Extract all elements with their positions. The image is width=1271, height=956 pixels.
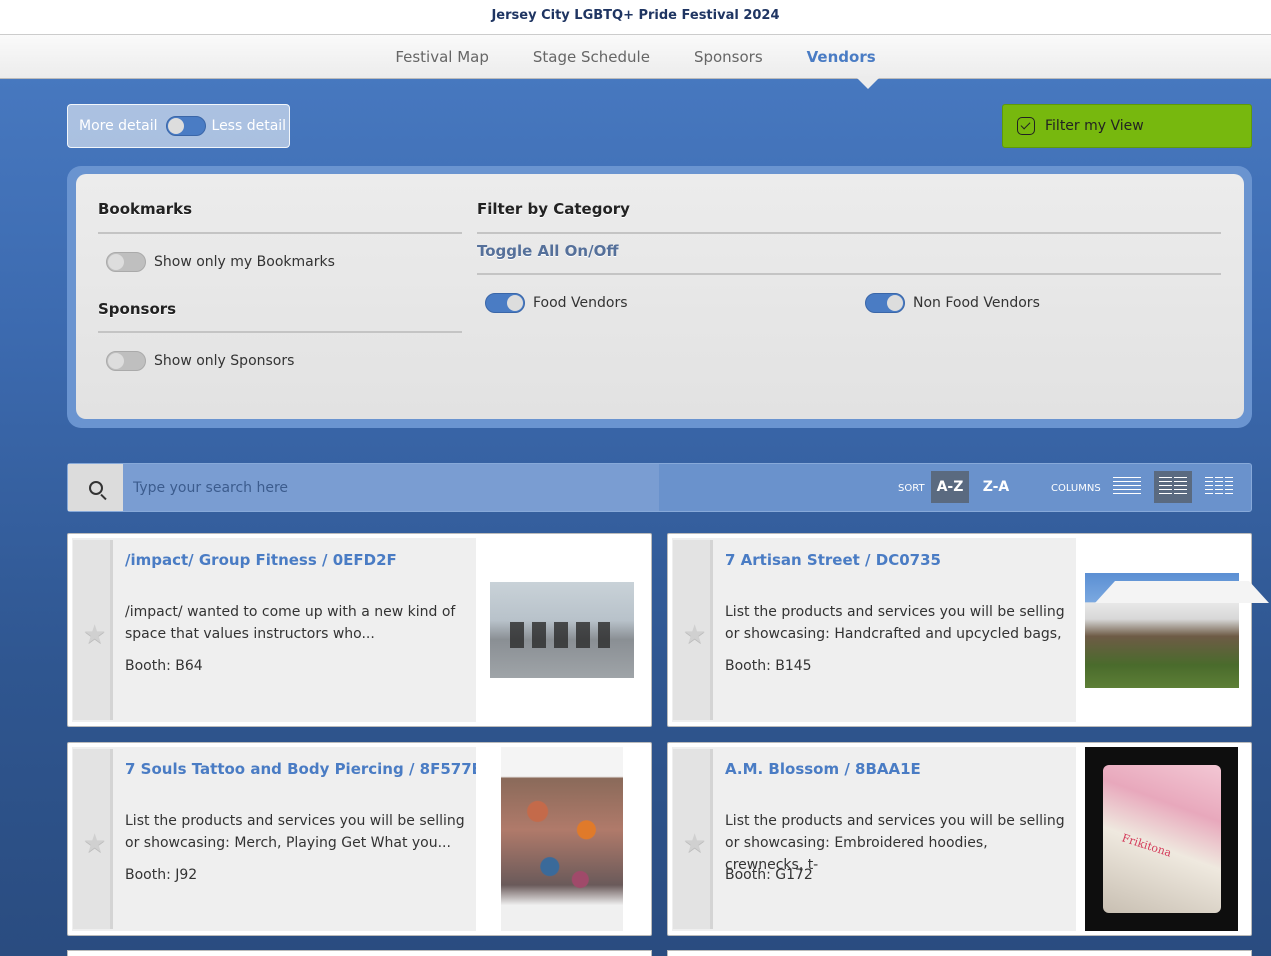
sort-label: SORT [898,483,925,494]
vendor-description: /impact/ wanted to come up with a new ki… [125,604,456,642]
checkbox-icon [1017,117,1035,135]
vendor-image-box[interactable] [476,747,647,931]
vendor-card[interactable]: ★ /impact/ Group Fitness / 0EFD2F /impac… [67,533,652,727]
filter-my-view-button[interactable]: Filter my View [1002,104,1252,148]
vendor-card-partial[interactable] [667,950,1252,956]
vendor-booth: Booth: J92 [125,867,198,883]
vendor-image-box[interactable] [1076,538,1269,722]
food-vendors-toggle-row[interactable]: Food Vendors [485,293,628,313]
nav-stage-schedule[interactable]: Stage Schedule [533,48,650,66]
sponsors-toggle-row[interactable]: Show only Sponsors [106,351,294,371]
filter-button-label: Filter my View [1045,118,1144,134]
columns-label: COLUMNS [1051,483,1101,494]
two-column-button[interactable] [1154,471,1192,503]
category-divider [477,232,1221,234]
food-vendors-switch[interactable] [485,293,525,313]
search-button[interactable] [68,464,123,511]
vendor-description: List the products and services you will … [725,604,1065,642]
search-input[interactable] [123,464,659,511]
vendor-card[interactable]: ★ 7 Artisan Street / DC0735 List the pro… [667,533,1269,727]
tattoo-flyer-photo [500,747,623,931]
vendor-card[interactable]: ★ A.M. Blossom / 8BAA1E List the product… [667,742,1252,936]
sponsors-switch[interactable] [106,351,146,371]
search-toolbar: SORT A-Z Z-A COLUMNS [67,463,1252,512]
bookmark-column[interactable]: ★ [73,749,113,929]
vendor-booth: Booth: B145 [725,658,812,674]
vendor-booth: Booth: G172 [725,867,813,883]
vendor-booth: Booth: B64 [125,658,203,674]
vendor-image-box[interactable] [476,538,647,722]
toggle-all-divider [477,273,1221,275]
sponsors-toggle-label: Show only Sponsors [154,353,295,369]
vendor-title[interactable]: 7 Souls Tattoo and Body Piercing / 8F577… [125,760,483,778]
three-column-icon [1205,477,1233,497]
vendor-image-box[interactable] [1076,747,1247,931]
food-vendors-label: Food Vendors [533,295,628,311]
toggle-all-link[interactable]: Toggle All On/Off [477,242,618,260]
search-icon [88,480,103,495]
bookmark-star-icon[interactable]: ★ [683,831,709,857]
bookmark-column[interactable]: ★ [673,540,713,720]
vendor-description: List the products and services you will … [125,813,465,851]
bookmark-star-icon[interactable]: ★ [83,622,109,648]
bookmarks-toggle-row[interactable]: Show only my Bookmarks [106,252,335,272]
nav-festival-map[interactable]: Festival Map [395,48,489,66]
three-column-button[interactable] [1200,471,1238,503]
sponsors-heading: Sponsors [98,300,177,318]
vendor-title[interactable]: A.M. Blossom / 8BAA1E [725,760,921,778]
vendor-title[interactable]: /impact/ Group Fitness / 0EFD2F [125,551,397,569]
filter-panel [76,174,1244,419]
non-food-vendors-label: Non Food Vendors [913,295,1040,311]
bookmarks-heading: Bookmarks [98,200,193,218]
sort-az-button[interactable]: A-Z [931,471,969,503]
fitness-class-photo [489,582,634,678]
detail-switch[interactable] [165,116,206,136]
bookmark-star-icon[interactable]: ★ [683,622,709,648]
bookmark-column[interactable]: ★ [673,749,713,929]
sort-za-button[interactable]: Z-A [977,471,1015,503]
bookmarks-toggle-label: Show only my Bookmarks [154,254,335,270]
nav-sponsors[interactable]: Sponsors [694,48,763,66]
bookmarks-switch[interactable] [106,252,146,272]
hoodie-photo [1085,747,1238,931]
bookmarks-divider [98,232,462,234]
less-detail-label: Less detail [211,118,287,134]
one-column-icon [1113,477,1141,497]
category-heading: Filter by Category [477,200,630,218]
app-title: Jersey City LGBTQ+ Pride Festival 2024 [0,0,1271,34]
vendor-card-partial[interactable] [67,950,652,956]
more-detail-label: More detail [79,118,158,134]
vendor-title[interactable]: 7 Artisan Street / DC0735 [725,551,941,569]
sponsors-divider [98,331,462,333]
vendor-tent-photo [1084,572,1269,688]
active-nav-indicator [857,78,879,89]
non-food-vendors-switch[interactable] [865,293,905,313]
two-column-icon [1159,477,1187,497]
bookmark-column[interactable]: ★ [73,540,113,720]
bookmark-star-icon[interactable]: ★ [83,831,109,857]
detail-level-toggle[interactable]: More detail Less detail [67,104,290,148]
nav-vendors[interactable]: Vendors [807,48,876,66]
main-nav: Festival Map Stage Schedule Sponsors Ven… [0,34,1271,79]
non-food-vendors-toggle-row[interactable]: Non Food Vendors [865,293,1040,313]
vendor-card[interactable]: ★ 7 Souls Tattoo and Body Piercing / 8F5… [67,742,652,936]
one-column-button[interactable] [1108,471,1146,503]
